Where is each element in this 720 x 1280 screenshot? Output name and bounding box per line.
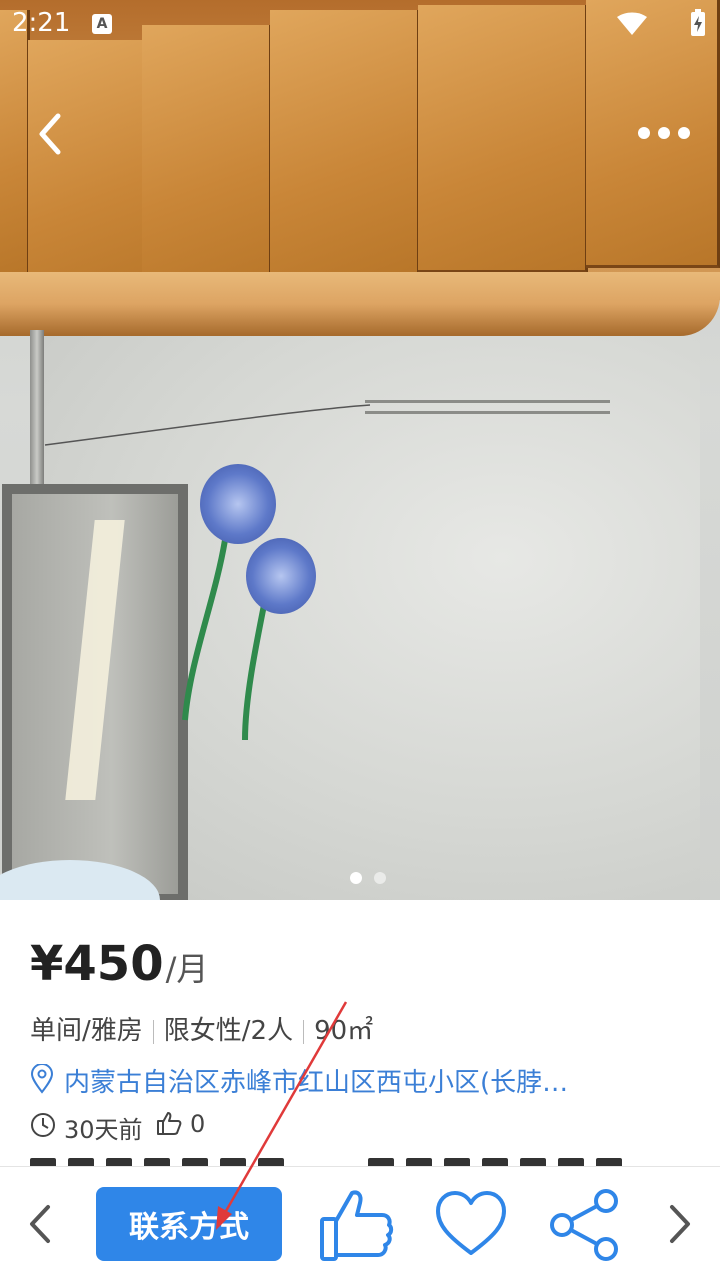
price-unit: /月	[165, 950, 209, 988]
like-button[interactable]	[318, 1187, 394, 1263]
prev-listing-button[interactable]	[20, 1197, 60, 1251]
spec-area: 90㎡	[314, 1016, 374, 1046]
spec-room-type: 单间/雅房	[30, 1016, 143, 1046]
price: ¥450	[30, 936, 164, 992]
price-row: ¥450/月	[30, 936, 208, 1000]
clock-icon	[31, 1113, 55, 1137]
chevron-left-icon	[30, 1205, 50, 1243]
next-listing-button[interactable]	[660, 1197, 700, 1251]
favorite-button[interactable]	[434, 1189, 508, 1259]
bottom-action-bar: 联系方式	[0, 1166, 720, 1280]
heart-icon	[436, 1191, 506, 1255]
chevron-right-icon	[670, 1205, 690, 1243]
photo-flower	[246, 538, 316, 614]
address-text: 内蒙古自治区赤峰市红山区西屯小区(长脖…	[64, 1068, 569, 1098]
back-button[interactable]	[22, 104, 82, 164]
thumbs-up-icon	[157, 1112, 182, 1135]
contact-button[interactable]: 联系方式	[96, 1187, 282, 1261]
more-button[interactable]	[630, 110, 700, 156]
share-icon	[550, 1189, 618, 1261]
posted-time: 30天前	[64, 1116, 143, 1144]
spec-occupants: 限女性/2人	[163, 1016, 294, 1046]
photo-flower	[200, 464, 276, 544]
gallery-dot	[374, 872, 386, 884]
thumbs-up-icon	[320, 1190, 394, 1261]
wifi-icon	[617, 12, 647, 35]
location-pin-icon	[30, 1064, 54, 1094]
listing-specs: 单间/雅房 限女性/2人 90㎡	[30, 1010, 373, 1047]
chevron-left-icon	[39, 113, 61, 155]
notification-a-icon: A	[92, 14, 112, 34]
like-count: 0	[190, 1110, 206, 1138]
status-time: 2:21	[12, 8, 71, 38]
more-horizontal-icon	[638, 127, 690, 139]
spec-divider	[152, 1019, 154, 1044]
listing-photo[interactable]	[0, 0, 720, 900]
gallery-dot-active	[350, 872, 362, 884]
spec-divider	[303, 1019, 305, 1044]
address-link[interactable]: 内蒙古自治区赤峰市红山区西屯小区(长脖…	[30, 1062, 570, 1098]
photo-wire-and-stems	[44, 404, 371, 741]
status-bar: 2:21 A	[0, 0, 720, 48]
share-button[interactable]	[548, 1187, 622, 1263]
battery-charging-icon	[691, 9, 705, 36]
gallery-indicator	[350, 872, 390, 886]
